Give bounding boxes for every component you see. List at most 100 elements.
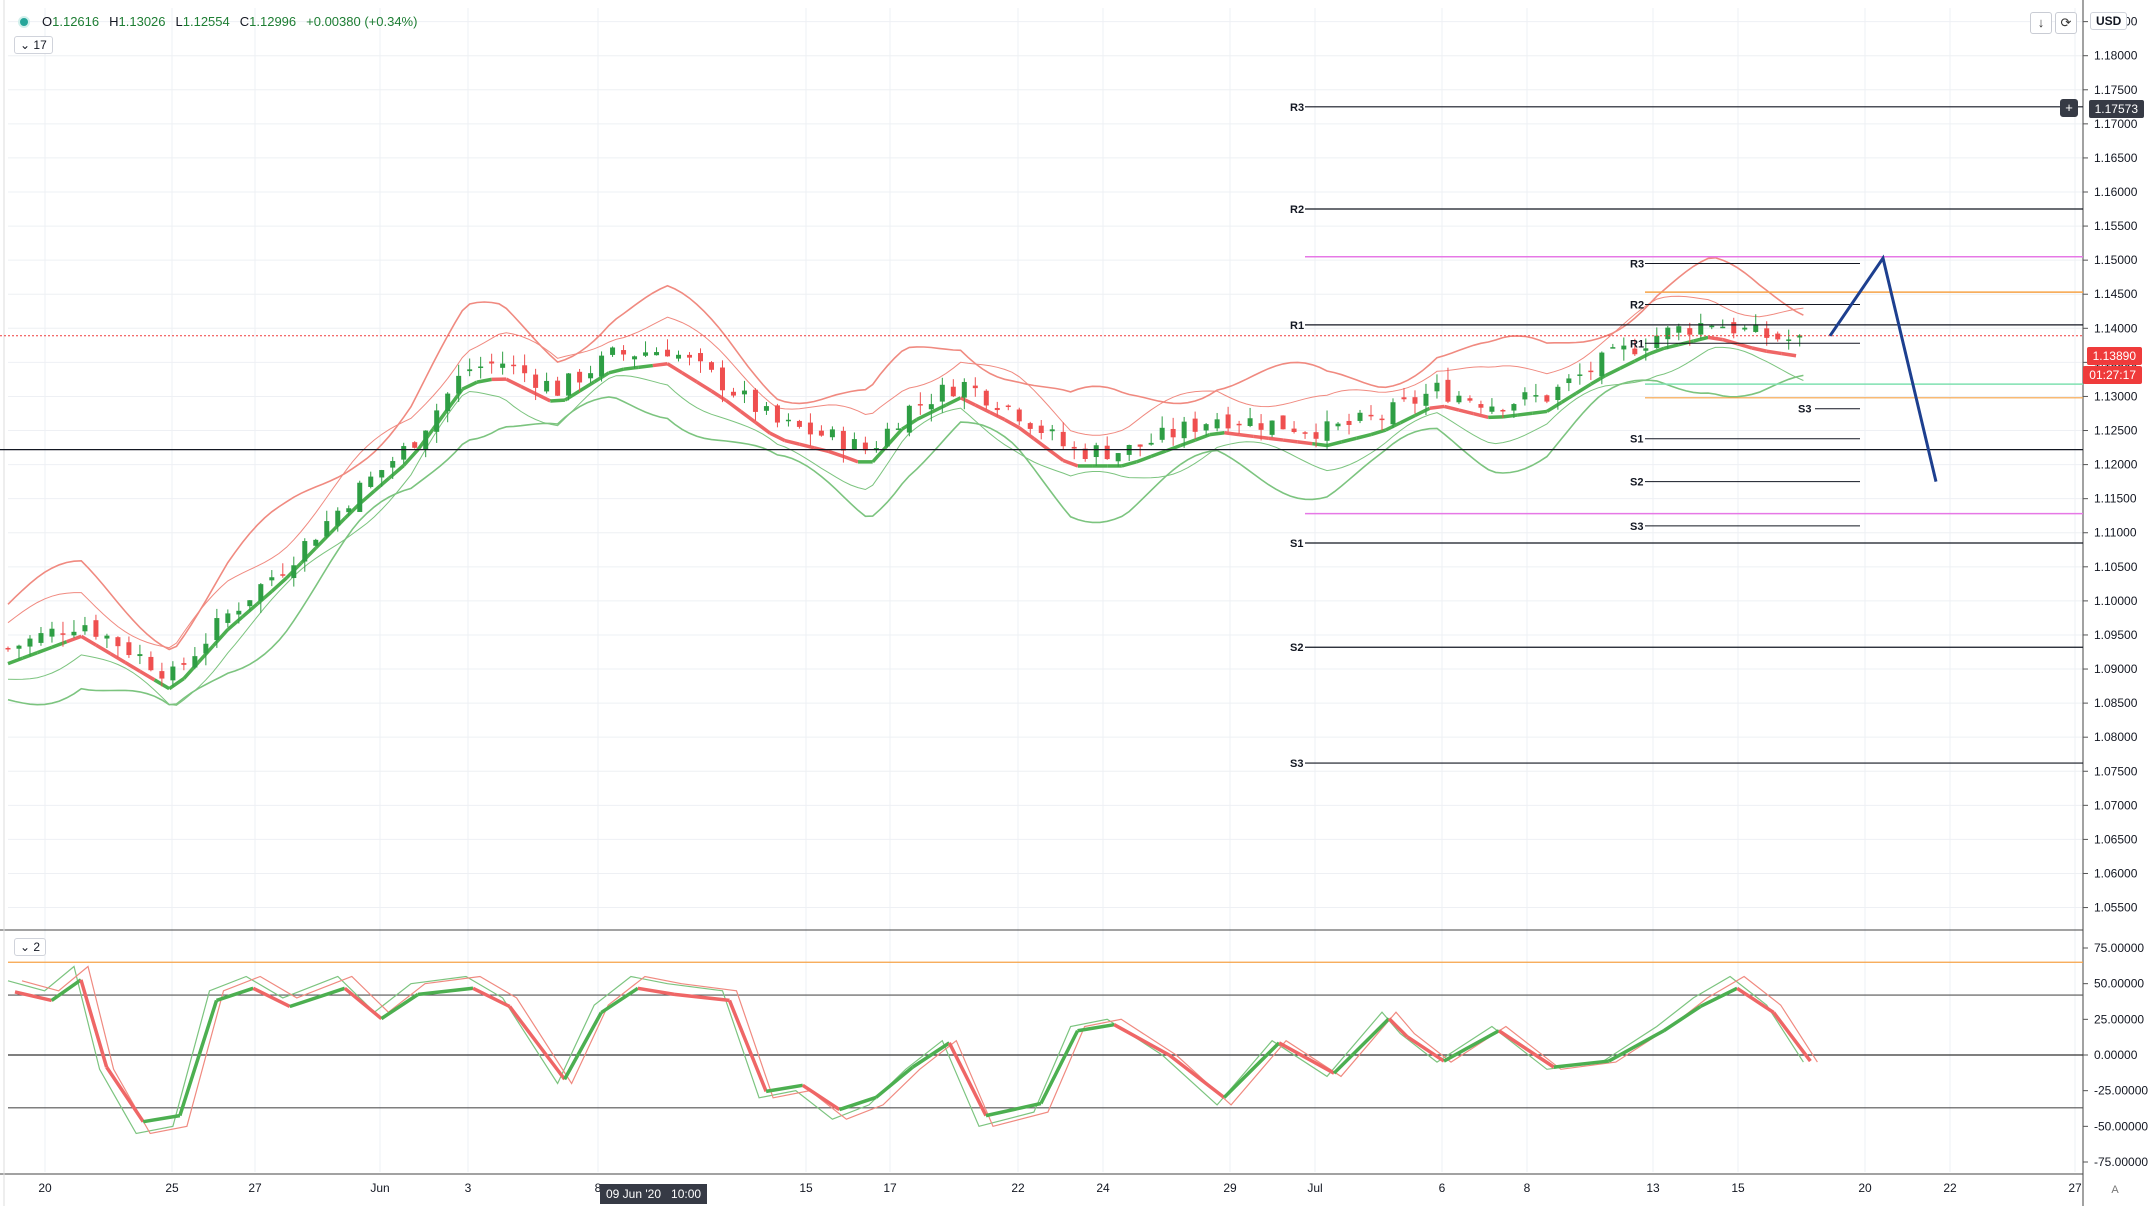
osc-signal-segment bbox=[1737, 988, 1774, 1012]
basis-line-segment bbox=[1283, 440, 1298, 442]
price-tick-label: 1.10000 bbox=[2094, 594, 2138, 608]
download-icon[interactable]: ↓ bbox=[2030, 12, 2052, 34]
candle-body bbox=[918, 404, 923, 406]
osc-signal-segment bbox=[1609, 1031, 1664, 1061]
candle-body bbox=[478, 367, 483, 369]
candle-body bbox=[489, 361, 494, 363]
basis-line-segment bbox=[638, 366, 653, 368]
candle-body bbox=[995, 408, 1000, 410]
price-tick-label: 1.11000 bbox=[2094, 526, 2137, 540]
osc-tick-label: 0.00000 bbox=[2094, 1048, 2138, 1062]
time-tick-label: 3 bbox=[465, 1181, 472, 1195]
pivot-label-small: S3 bbox=[1630, 521, 1643, 533]
price-tick-label: 1.14500 bbox=[2094, 287, 2138, 301]
basis-line-segment bbox=[1547, 402, 1562, 411]
candle-body bbox=[456, 376, 461, 394]
candle-body bbox=[643, 352, 648, 355]
basis-line-segment bbox=[975, 405, 990, 412]
candle-body bbox=[775, 405, 780, 422]
candle-body bbox=[1621, 346, 1626, 350]
currency-button[interactable]: USD bbox=[2090, 12, 2127, 30]
pivot-label-small: S2 bbox=[1630, 477, 1643, 489]
osc-tick-label: 75.00000 bbox=[2094, 941, 2144, 955]
osc-tick-label: 25.00000 bbox=[2094, 1012, 2144, 1026]
basis-line-segment bbox=[697, 382, 712, 391]
basis-line-segment bbox=[1268, 438, 1283, 440]
basis-line-segment bbox=[536, 394, 551, 401]
basis-line-segment bbox=[917, 412, 932, 419]
candle-body bbox=[1160, 428, 1165, 440]
candle-body bbox=[1050, 429, 1055, 431]
candle-body bbox=[49, 629, 54, 637]
candle-body bbox=[1336, 424, 1341, 427]
candle-body bbox=[742, 391, 747, 395]
chart-canvas[interactable]: 1.185001.180001.175001.170001.165001.160… bbox=[0, 0, 2156, 1206]
basis-line-segment bbox=[1151, 451, 1166, 456]
price-tick-label: 1.12500 bbox=[2094, 424, 2138, 438]
ohlc-legend: O1.12616 H1.13026 L1.12554 C1.12996 +0.0… bbox=[18, 14, 423, 29]
indicators-collapse-chip[interactable]: ⌄ 17 bbox=[14, 36, 53, 54]
cursor-date: 09 Jun '20 bbox=[606, 1187, 661, 1201]
refresh-icon[interactable]: ⟳ bbox=[2055, 12, 2077, 34]
osc-signal-segment bbox=[1224, 1043, 1279, 1098]
candle-body bbox=[599, 356, 604, 377]
countdown: 01:27:17 bbox=[2089, 368, 2136, 382]
candle-body bbox=[1303, 432, 1308, 434]
price-tick-label: 1.18000 bbox=[2094, 49, 2138, 63]
trading-chart[interactable]: 1.185001.180001.175001.170001.165001.160… bbox=[0, 0, 2156, 1206]
candle-body bbox=[1369, 415, 1374, 417]
pivot-lines bbox=[1305, 107, 2083, 763]
candle-body bbox=[82, 625, 87, 631]
candle-body bbox=[203, 644, 208, 654]
candle-body bbox=[6, 648, 11, 650]
candle-body bbox=[390, 461, 395, 468]
candle-body bbox=[1017, 410, 1022, 422]
candle-body bbox=[16, 646, 21, 649]
basis-line-segment bbox=[1606, 368, 1621, 375]
indicator-count: 17 bbox=[33, 38, 46, 52]
candle-body bbox=[412, 442, 417, 448]
time-tick-label: 27 bbox=[248, 1181, 262, 1195]
basis-line-segment bbox=[1400, 416, 1415, 423]
basis-line-segment bbox=[506, 379, 521, 386]
oscillator-count: 2 bbox=[33, 940, 40, 954]
candle-body bbox=[38, 633, 43, 643]
open-label: O bbox=[42, 14, 52, 29]
basis-line-segment bbox=[1342, 438, 1357, 442]
candle-body bbox=[984, 391, 989, 406]
candle-body bbox=[1116, 453, 1121, 461]
candle-body bbox=[1687, 328, 1692, 335]
candle-body bbox=[852, 439, 857, 449]
candle-body bbox=[1522, 392, 1527, 399]
candle-body bbox=[148, 657, 153, 670]
auto-scale-icon[interactable]: A bbox=[2105, 1180, 2125, 1200]
candle-body bbox=[1204, 424, 1209, 430]
basis-line-segment bbox=[1737, 344, 1752, 348]
plus-icon[interactable]: + bbox=[2060, 99, 2078, 117]
candle-body bbox=[841, 431, 846, 451]
basis-line-segment bbox=[1430, 406, 1445, 408]
price-tick-label: 1.06000 bbox=[2094, 866, 2138, 880]
time-tick-label: 15 bbox=[1731, 1181, 1745, 1195]
price-tick-label: 1.16500 bbox=[2094, 151, 2138, 165]
candle-body bbox=[1544, 395, 1549, 401]
pivot-label: R2 bbox=[1290, 204, 1304, 216]
candle-body bbox=[159, 671, 164, 678]
basis-line-segment bbox=[1518, 413, 1533, 415]
candle-body bbox=[1226, 414, 1231, 428]
basis-line-segment bbox=[624, 367, 639, 369]
price-tick-label: 1.12000 bbox=[2094, 458, 2138, 472]
osc-signal-segment bbox=[1499, 1031, 1554, 1067]
candle-body bbox=[423, 431, 428, 450]
pivot-label-small: R1 bbox=[1630, 338, 1644, 350]
basis-line-segment bbox=[609, 369, 624, 373]
basis-line-segment bbox=[1752, 348, 1767, 351]
candle-body bbox=[27, 639, 32, 647]
basis-line-segment bbox=[8, 658, 23, 663]
candle-body bbox=[973, 386, 978, 389]
candle-body bbox=[676, 355, 681, 359]
oscillator-collapse-chip[interactable]: ⌄ 2 bbox=[14, 938, 46, 956]
basis-line-segment bbox=[1327, 442, 1342, 446]
candle-body bbox=[544, 381, 549, 391]
basis-line-segment bbox=[1591, 376, 1606, 385]
